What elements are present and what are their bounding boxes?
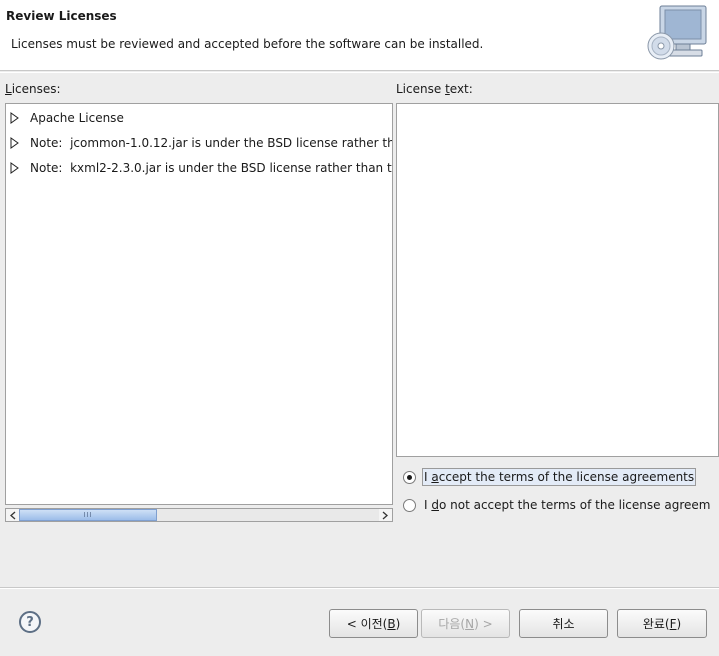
tree-item-label: Apache License (30, 111, 124, 125)
header-separator (0, 72, 719, 73)
scroll-left-icon[interactable] (6, 509, 19, 521)
page-description: Licenses must be reviewed and accepted b… (11, 37, 484, 51)
expand-arrow-icon[interactable] (10, 137, 20, 149)
radio-button-checked[interactable] (403, 470, 416, 484)
license-text-area[interactable] (396, 103, 719, 457)
next-button[interactable]: 다음(N) > (421, 609, 510, 638)
tree-item-kxml2-note[interactable]: Note: kxml2-2.3.0.jar is under the BSD l… (6, 156, 392, 180)
scrollbar-thumb[interactable]: III (19, 509, 157, 521)
licenses-label: Licenses: (5, 82, 61, 96)
expand-arrow-icon[interactable] (10, 112, 20, 124)
licenses-horizontal-scrollbar[interactable]: III (5, 508, 393, 522)
tree-item-label: Note: jcommon-1.0.12.jar is under the BS… (30, 136, 393, 150)
finish-button[interactable]: 완료(F) (617, 609, 707, 638)
help-icon[interactable]: ? (19, 611, 41, 633)
accept-license-radio[interactable]: I accept the terms of the license agreem… (403, 468, 697, 486)
page-title: Review Licenses (6, 9, 117, 23)
decline-license-radio[interactable]: I do not accept the terms of the license… (403, 497, 712, 513)
computer-cd-icon (646, 4, 710, 66)
tree-item-jcommon-note[interactable]: Note: jcommon-1.0.12.jar is under the BS… (6, 131, 393, 155)
radio-button-unchecked[interactable] (403, 498, 416, 512)
footer-separator-highlight (0, 588, 719, 589)
decline-license-label[interactable]: I do not accept the terms of the license… (422, 497, 712, 513)
scroll-right-icon[interactable] (379, 509, 392, 521)
back-button[interactable]: < 이전(B) (329, 609, 418, 638)
expand-arrow-icon[interactable] (10, 162, 20, 174)
tree-item-label: Note: kxml2-2.3.0.jar is under the BSD l… (30, 161, 392, 175)
cancel-button[interactable]: 취소 (519, 609, 608, 638)
licenses-tree[interactable]: Apache License Note: jcommon-1.0.12.jar … (5, 103, 393, 505)
license-text-label: License text: (396, 82, 473, 96)
accept-license-label[interactable]: I accept the terms of the license agreem… (422, 468, 697, 486)
tree-item-apache-license[interactable]: Apache License (6, 106, 392, 130)
wizard-header: Review Licenses Licenses must be reviewe… (0, 0, 719, 71)
